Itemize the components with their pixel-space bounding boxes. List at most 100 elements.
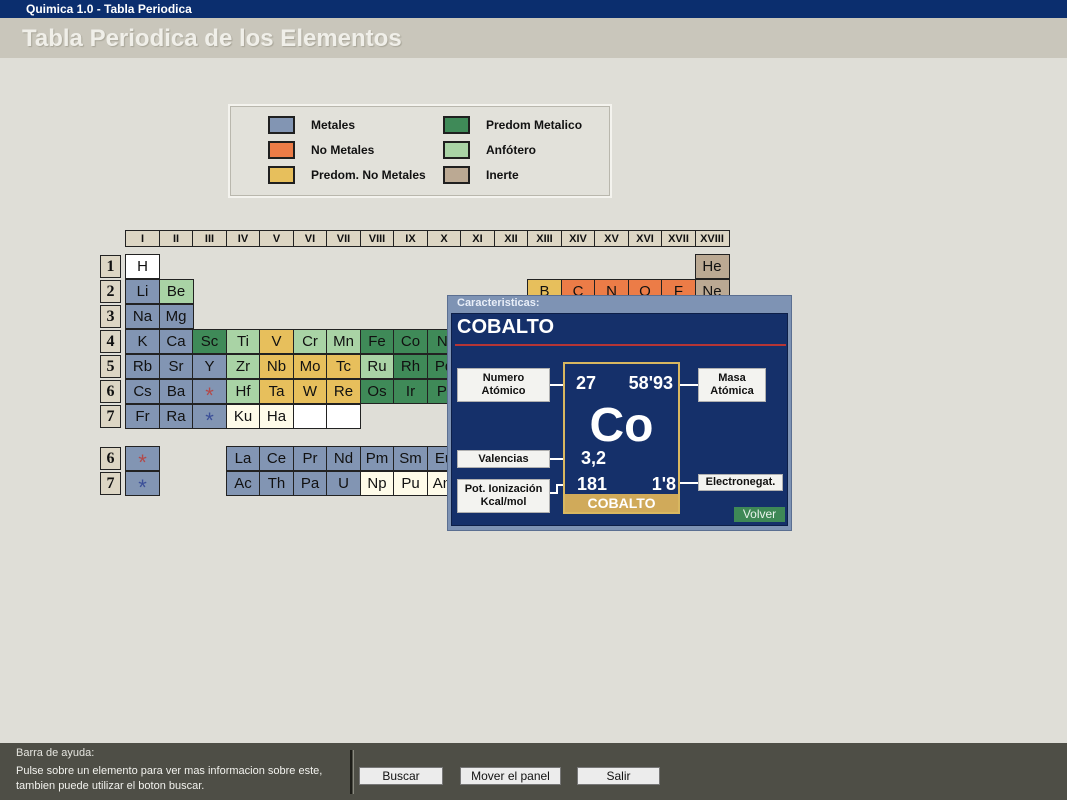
group-header-vii: VII <box>326 230 361 247</box>
period-label-5: 5 <box>100 355 121 378</box>
element-co[interactable]: Co <box>393 329 428 354</box>
series-period-label-7: 7 <box>100 472 121 495</box>
legend-item-inerte: Inerte <box>443 166 519 184</box>
period-label-6: 6 <box>100 380 121 403</box>
element-re[interactable]: Re <box>326 379 361 404</box>
element-cr[interactable]: Cr <box>292 329 328 354</box>
element-nb[interactable]: Nb <box>259 354 294 379</box>
element-ce[interactable]: Ce <box>259 446 294 471</box>
element-tc[interactable]: Tc <box>326 354 361 379</box>
element-ac[interactable]: Ac <box>225 471 261 496</box>
series-marker-asterisk[interactable]: * <box>125 471 160 500</box>
element-ir[interactable]: Ir <box>393 379 428 404</box>
element-na[interactable]: Na <box>125 304 160 329</box>
element-os[interactable]: Os <box>359 379 395 404</box>
element-y[interactable]: Y <box>192 354 227 379</box>
element-empty[interactable] <box>292 404 328 429</box>
element-pr[interactable]: Pr <box>292 446 328 471</box>
element-ku[interactable]: Ku <box>225 404 261 429</box>
legend-swatch-inerte <box>443 166 470 184</box>
element-ca[interactable]: Ca <box>158 329 194 354</box>
element-mo[interactable]: Mo <box>292 354 328 379</box>
valences-value: 3,2 <box>581 448 607 468</box>
element-sr[interactable]: Sr <box>158 354 194 379</box>
legend-item-metales: Metales <box>268 116 355 134</box>
series-marker-asterisk[interactable]: * <box>192 404 227 433</box>
group-header-xviii: XVIII <box>694 230 730 247</box>
series-marker-asterisk[interactable]: * <box>192 379 227 408</box>
volver-button[interactable]: Volver <box>734 507 785 522</box>
legend-swatch-anfotero <box>443 141 470 159</box>
series-marker-asterisk[interactable]: * <box>125 446 160 475</box>
group-header-iii: III <box>192 230 227 247</box>
element-ti[interactable]: Ti <box>225 329 261 354</box>
label-electronegativity-text: Electronegat. <box>705 476 776 488</box>
connector-atomic-number <box>550 384 563 386</box>
element-name: COBALTO <box>457 316 555 338</box>
connector-valences <box>550 458 563 460</box>
mover-panel-button[interactable]: Mover el panel <box>460 767 561 785</box>
label-atomic-number-line2: Atómico <box>481 385 526 397</box>
label-atomic-number-line1: Numero <box>482 372 525 384</box>
legend-item-no-metales: No Metales <box>268 141 374 159</box>
element-fr[interactable]: Fr <box>125 404 160 429</box>
element-pu[interactable]: Pu <box>393 471 428 496</box>
legend-item-predom-metalico: Predom Metalico <box>443 116 582 134</box>
group-header-vi: VI <box>292 230 328 247</box>
element-be[interactable]: Be <box>158 279 194 304</box>
element-sc[interactable]: Sc <box>192 329 227 354</box>
legend-label: Metales <box>311 118 356 132</box>
help-text-line1: Pulse sobre un elemento para ver mas inf… <box>16 765 323 777</box>
element-u[interactable]: U <box>326 471 361 496</box>
element-v[interactable]: V <box>259 329 294 354</box>
period-label-7: 7 <box>100 405 121 428</box>
label-ionization-line2: Kcal/mol <box>480 496 527 508</box>
element-nd[interactable]: Nd <box>326 446 361 471</box>
legend-item-predom-no-metales: Predom. No Metales <box>268 166 426 184</box>
period-label-4: 4 <box>100 330 121 353</box>
legend-label: Predom Metalico <box>486 118 583 132</box>
element-he[interactable]: He <box>694 254 730 279</box>
element-zr[interactable]: Zr <box>225 354 261 379</box>
element-mg[interactable]: Mg <box>158 304 194 329</box>
element-rb[interactable]: Rb <box>125 354 160 379</box>
element-pm[interactable]: Pm <box>359 446 395 471</box>
window-titlebar: Quimica 1.0 - Tabla Periodica <box>0 0 1067 18</box>
element-np[interactable]: Np <box>359 471 395 496</box>
panel-caption: Caracteristicas: <box>457 297 540 309</box>
panel-divider <box>455 344 786 346</box>
element-fe[interactable]: Fe <box>359 329 395 354</box>
element-ha[interactable]: Ha <box>259 404 294 429</box>
element-th[interactable]: Th <box>259 471 294 496</box>
element-empty[interactable] <box>326 404 361 429</box>
element-mn[interactable]: Mn <box>326 329 361 354</box>
element-ru[interactable]: Ru <box>359 354 395 379</box>
legend-label: Anfótero <box>486 143 536 157</box>
group-header-xiii: XIII <box>527 230 562 247</box>
legend-swatch-no-metales <box>268 141 295 159</box>
element-w[interactable]: W <box>292 379 328 404</box>
element-ra[interactable]: Ra <box>158 404 194 429</box>
group-header-xv: XV <box>594 230 629 247</box>
element-ta[interactable]: Ta <box>259 379 294 404</box>
group-header-xvi: XVI <box>627 230 663 247</box>
buscar-button[interactable]: Buscar <box>359 767 443 785</box>
element-k[interactable]: K <box>125 329 160 354</box>
element-ba[interactable]: Ba <box>158 379 194 404</box>
element-rh[interactable]: Rh <box>393 354 428 379</box>
element-hf[interactable]: Hf <box>225 379 261 404</box>
group-header-v: V <box>259 230 294 247</box>
element-cs[interactable]: Cs <box>125 379 160 404</box>
legend-swatch-predom-metalico <box>443 116 470 134</box>
element-h[interactable]: H <box>125 254 160 279</box>
element-la[interactable]: La <box>225 446 261 471</box>
group-header-ii: II <box>158 230 194 247</box>
element-pa[interactable]: Pa <box>292 471 328 496</box>
element-li[interactable]: Li <box>125 279 160 304</box>
page-header: Tabla Periodica de los Elementos <box>0 18 1067 58</box>
group-header-xiv: XIV <box>560 230 596 247</box>
element-sm[interactable]: Sm <box>393 446 428 471</box>
group-header-i: I <box>125 230 160 247</box>
salir-button[interactable]: Salir <box>577 767 660 785</box>
separator <box>350 750 352 794</box>
